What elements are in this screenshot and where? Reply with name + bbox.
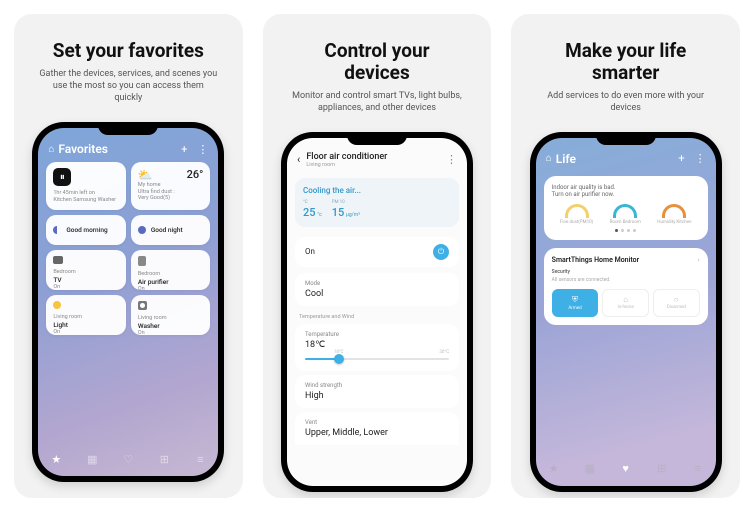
weather-place: My home (138, 182, 187, 189)
more-icon[interactable]: ⋮ (695, 152, 706, 165)
nav-menu-icon[interactable]: ≡ (193, 452, 207, 466)
unlock-icon: ○ (674, 295, 679, 304)
panel-title: Set your favorites (53, 40, 204, 62)
purifier-icon (138, 256, 146, 266)
nav-devices-icon[interactable]: ▦ (85, 452, 99, 466)
favorites-screen: ⌂ Favorites + ⋮ ⏸ 1hr 45min left on Kitc… (38, 128, 218, 476)
weather-detail: Ultra find dust : Very Good(5) (138, 189, 187, 202)
page-dots (552, 229, 700, 232)
panel-subtitle: Monitor and control smart TVs, light bul… (287, 90, 467, 114)
wind-setting[interactable]: Wind strength High (295, 375, 459, 408)
life-screen: ⌂ Life + ⋮ Indoor air quality is bad. Tu… (536, 138, 716, 486)
vent-setting[interactable]: Vent Upper, Middle, Lower (295, 412, 459, 445)
panel-subtitle: Gather the devices, services, and scenes… (38, 68, 218, 104)
gauge-icon (662, 204, 686, 218)
device-purifier[interactable]: Bedroom Air purifier On (131, 250, 211, 290)
home-icon[interactable]: ⌂ (546, 153, 552, 164)
power-icon[interactable]: ⏻ (433, 244, 449, 260)
nav-devices-icon[interactable]: ▦ (583, 462, 597, 476)
temp-reading: 25 (303, 206, 316, 219)
device-washer[interactable]: Living room Washer On (131, 295, 211, 335)
device-title: Floor air conditioner (306, 152, 387, 162)
home-monitor-card[interactable]: SmartThings Home Monitor › Security All … (544, 248, 708, 325)
disarmed-button[interactable]: ○Disarmed (653, 289, 700, 317)
vent-value: Upper, Middle, Lower (305, 428, 449, 438)
power-row[interactable]: On ⏻ (295, 237, 459, 267)
mode-value: Cool (305, 289, 449, 299)
app-store-panel-control: Control your devices Monitor and control… (263, 14, 492, 498)
home-icon[interactable]: ⌂ (48, 144, 54, 155)
screen-title: Favorites (58, 142, 108, 156)
washer-status: 1hr 45min left on (53, 190, 119, 197)
phone-frame: ⌂ Life + ⋮ Indoor air quality is bad. Tu… (530, 132, 722, 492)
home-monitor-title: SmartThings Home Monitor (552, 256, 639, 264)
tv-icon (53, 256, 63, 264)
in-home-button[interactable]: ⌂In-home (602, 289, 649, 317)
mode-setting[interactable]: Mode Cool (295, 273, 459, 306)
aq-message-2: Turn on air purifier now. (552, 191, 615, 198)
device-room: Living room (306, 162, 387, 168)
phone-frame: ⌂ Favorites + ⋮ ⏸ 1hr 45min left on Kitc… (32, 122, 224, 482)
panel-subtitle: Add services to do even more with your d… (536, 90, 716, 114)
nav-life-icon[interactable]: ♥ (619, 462, 633, 476)
sunrise-icon (53, 226, 61, 234)
cooling-status: Cooling the air... (303, 186, 451, 195)
device-control-screen: ‹ Floor air conditioner Living room ⋮ Co… (287, 138, 467, 486)
nav-automation-icon[interactable]: ⊞ (655, 462, 669, 476)
scene-night[interactable]: Good night (131, 215, 211, 245)
scene-morning[interactable]: Good morning (46, 215, 126, 245)
moon-icon (138, 226, 146, 234)
nav-life-icon[interactable]: ♡ (121, 452, 135, 466)
back-icon[interactable]: ‹ (297, 153, 300, 166)
app-store-panel-life: Make your life smarter Add services to d… (511, 14, 740, 498)
app-store-panel-favorites: Set your favorites Gather the devices, s… (14, 14, 243, 498)
chevron-right-icon[interactable]: › (698, 256, 700, 264)
bottom-nav: ★ ▦ ♡ ⊞ ≡ (38, 444, 218, 476)
washer-name: Kitchen Samsung Washer (53, 197, 119, 204)
status-card: Cooling the air... °C25 °c PM 1015 μg/m³ (295, 178, 459, 227)
temperature-slider[interactable]: 18°C 30°C (305, 354, 449, 364)
nav-favorites-icon[interactable]: ★ (49, 452, 63, 466)
weather-temp: 26° (187, 168, 204, 181)
panel-title: Make your life smarter (551, 40, 701, 84)
temp-value: 18℃ (305, 340, 449, 350)
screen-header: ⌂ Life + ⋮ (536, 138, 716, 172)
nav-favorites-icon[interactable]: ★ (547, 462, 561, 476)
bottom-nav: ★ ▦ ♥ ⊞ ≡ (536, 454, 716, 486)
panel-title: Control your devices (307, 40, 447, 84)
weather-icon: ⛅ (138, 168, 187, 182)
armed-button[interactable]: ⛨Armed (552, 289, 599, 317)
phone-frame: ‹ Floor air conditioner Living room ⋮ Co… (281, 132, 473, 492)
more-icon[interactable]: ⋮ (446, 153, 457, 166)
weather-card[interactable]: ⛅ My home Ultra find dust : Very Good(5)… (131, 162, 211, 210)
bulb-icon (53, 301, 61, 309)
nav-menu-icon[interactable]: ≡ (691, 462, 705, 476)
power-label: On (305, 247, 315, 256)
security-label: Security (552, 269, 700, 275)
home-shield-icon: ⌂ (623, 295, 628, 304)
device-tv[interactable]: Bedroom TV On (46, 250, 126, 290)
screen-header: ⌂ Favorites + ⋮ (38, 128, 218, 162)
add-icon[interactable]: + (181, 143, 187, 156)
gauge-icon (613, 204, 637, 218)
wind-value: High (305, 391, 449, 401)
more-icon[interactable]: ⋮ (197, 143, 208, 156)
nav-automation-icon[interactable]: ⊞ (157, 452, 171, 466)
screen-title: Life (556, 152, 576, 166)
add-icon[interactable]: + (678, 152, 684, 165)
gauge-icon (565, 204, 589, 218)
device-light[interactable]: Living room Light On (46, 295, 126, 335)
section-label: Temperature and Wind (299, 314, 455, 320)
washer-icon (138, 301, 147, 310)
aq-message-1: Indoor air quality is bad. (552, 184, 616, 191)
air-quality-card[interactable]: Indoor air quality is bad. Turn on air p… (544, 176, 708, 240)
washer-card[interactable]: ⏸ 1hr 45min left on Kitchen Samsung Wash… (46, 162, 126, 210)
security-status: All sensors are connected. (552, 277, 700, 283)
pause-icon: ⏸ (53, 168, 71, 186)
shield-icon: ⛨ (572, 295, 578, 305)
temperature-setting[interactable]: Temperature 18℃ 18°C 30°C (295, 324, 459, 371)
pm-reading: 15 (332, 206, 345, 219)
